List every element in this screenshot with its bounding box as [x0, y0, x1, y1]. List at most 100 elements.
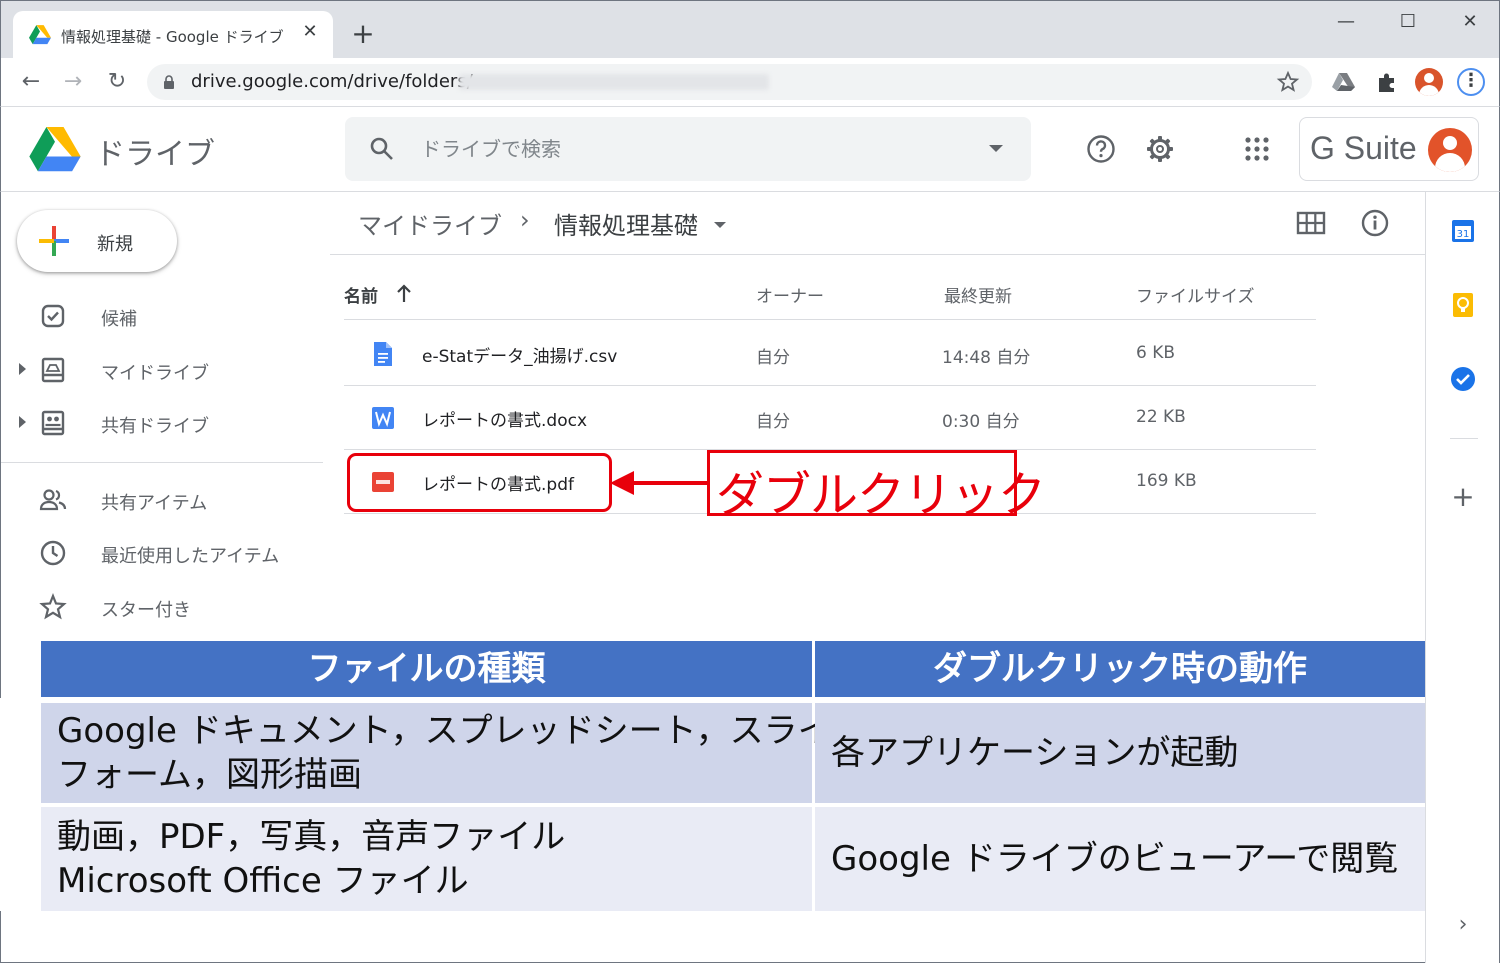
expand-caret-icon[interactable]	[19, 363, 26, 375]
settings-gear-icon[interactable]	[1144, 133, 1176, 165]
browser-toolbar: ← → ↻ drive.google.com/drive/folders/ ⋮	[0, 58, 1500, 107]
sidebar-item-label: 最近使用したアイテム	[101, 546, 280, 567]
folder-menu-chevron-down-icon[interactable]	[714, 222, 726, 228]
table-cell-line: Microsoft Office ファイル	[57, 861, 469, 901]
clock-icon	[40, 540, 66, 566]
breadcrumb-root[interactable]: マイドライブ	[358, 206, 502, 241]
new-button-label: 新規	[97, 234, 133, 255]
side-panel-divider	[1450, 438, 1478, 439]
profile-avatar-icon[interactable]	[1415, 68, 1443, 96]
side-panel: 31 + ›	[1425, 192, 1500, 963]
file-size: 169 KB	[1136, 471, 1197, 491]
file-row[interactable]: レポートの書式.docx 自分 0:30 自分 22 KB	[344, 386, 1316, 450]
svg-text:31: 31	[1457, 229, 1470, 240]
file-type-action-table: ファイルの種類 ダブルクリック時の動作 Google ドキュメント，スプレッドシ…	[41, 641, 1425, 911]
breadcrumb-separator-icon: ›	[520, 206, 530, 234]
pdf-row-highlight	[347, 453, 612, 512]
file-modified: 14:48 自分	[942, 348, 1031, 368]
file-size: 22 KB	[1136, 407, 1186, 427]
sidebar-item-recent[interactable]: 最近使用したアイテム	[1, 533, 321, 573]
browser-tab[interactable]: 情報処理基礎 - Google ドライブ ✕	[13, 11, 333, 59]
forward-icon[interactable]: →	[59, 68, 87, 96]
search-input[interactable]	[421, 133, 961, 165]
search-options-chevron-down-icon[interactable]	[989, 145, 1003, 152]
sidebar-item-suggested[interactable]: 候補	[1, 296, 321, 336]
browser-menu-icon[interactable]: ⋮	[1457, 68, 1485, 96]
sidebar-item-shared-drives[interactable]: 共有ドライブ	[1, 403, 321, 443]
drive-extension-icon[interactable]	[1329, 68, 1357, 96]
sidebar-item-label: 候補	[101, 309, 137, 330]
file-table-header: 名前 オーナー 最終更新 ファイルサイズ	[344, 280, 1316, 320]
maximize-button[interactable]: ☐	[1393, 9, 1423, 35]
breadcrumb-current-folder[interactable]: 情報処理基礎	[554, 206, 698, 241]
google-drive-logo-icon[interactable]	[29, 127, 81, 173]
tab-close-icon[interactable]: ✕	[299, 21, 321, 43]
bookmark-star-icon[interactable]	[1276, 70, 1300, 94]
expand-caret-icon[interactable]	[19, 416, 26, 428]
table-cell-file-type: Google ドキュメント，スプレッドシート，スライド フォーム，図形描画	[41, 703, 866, 803]
sidebar-item-my-drive[interactable]: マイドライブ	[1, 350, 321, 390]
sidebar-item-starred[interactable]: スター付き	[1, 587, 321, 627]
people-icon	[39, 489, 67, 511]
file-name: レポートの書式.docx	[422, 411, 588, 431]
table-cell-action: 各アプリケーションが起動	[815, 703, 1425, 803]
table-cell-line: フォーム，図形描画	[57, 755, 362, 795]
reload-icon[interactable]: ↻	[103, 68, 131, 96]
google-drive-favicon-icon	[29, 25, 51, 45]
file-name: e-Statデータ_油揚げ.csv	[422, 347, 618, 367]
column-header-size[interactable]: ファイルサイズ	[1136, 282, 1255, 307]
plus-icon	[39, 226, 69, 256]
column-header-name[interactable]: 名前	[344, 282, 378, 307]
tab-strip: 情報処理基礎 - Google ドライブ ✕ + — ☐ ✕	[0, 0, 1500, 59]
minimize-button[interactable]: —	[1331, 9, 1361, 35]
tab-title: 情報処理基礎 - Google ドライブ	[61, 28, 284, 46]
drive-search-bar[interactable]	[345, 117, 1031, 181]
account-avatar-icon[interactable]	[1428, 128, 1472, 172]
keep-icon[interactable]	[1450, 292, 1476, 318]
table-cell-file-type: 動画，PDF，写真，音声ファイル Microsoft Office ファイル	[41, 807, 812, 911]
file-size: 6 KB	[1136, 343, 1176, 363]
sidebar-item-label: マイドライブ	[101, 363, 209, 384]
gsuite-logo-text: G Suite	[1310, 130, 1417, 166]
table-cell-action: Google ドライブのビューアーで閲覧	[815, 807, 1425, 911]
url-text: drive.google.com/drive/folders/	[191, 71, 473, 92]
calendar-icon[interactable]: 31	[1450, 218, 1476, 244]
gsuite-account-button[interactable]: G Suite	[1299, 117, 1479, 181]
my-drive-icon	[41, 357, 65, 383]
sidebar-item-label: 共有アイテム	[101, 493, 208, 514]
new-tab-button[interactable]: +	[349, 20, 377, 48]
lock-icon	[164, 75, 174, 89]
apps-grid-icon[interactable]	[1241, 133, 1273, 165]
callout-text: ダブルクリック	[716, 467, 1046, 523]
sidebar-item-shared-with-me[interactable]: 共有アイテム	[1, 480, 321, 520]
sort-ascending-arrow-icon[interactable]	[394, 282, 414, 304]
address-bar[interactable]: drive.google.com/drive/folders/	[147, 64, 1312, 100]
sidebar-item-label: 共有ドライブ	[101, 416, 209, 437]
column-header-owner[interactable]: オーナー	[756, 282, 824, 307]
star-icon	[39, 593, 67, 620]
help-icon[interactable]	[1085, 133, 1117, 165]
info-icon[interactable]	[1360, 208, 1390, 238]
page-bottom	[0, 911, 1425, 963]
file-row[interactable]: e-Statデータ_油揚げ.csv 自分 14:48 自分 6 KB	[344, 322, 1316, 386]
drive-title: ドライブ	[95, 137, 215, 172]
back-icon[interactable]: ←	[17, 68, 45, 96]
double-click-callout: ダブルクリック	[707, 450, 1046, 523]
new-button[interactable]: 新規	[17, 210, 177, 272]
extensions-puzzle-icon[interactable]	[1373, 68, 1401, 96]
callout-arrow-icon	[610, 471, 710, 495]
add-addon-plus-icon[interactable]: +	[1450, 483, 1476, 511]
table-header-double-click-action: ダブルクリック時の動作	[815, 641, 1425, 697]
main-divider	[330, 254, 1425, 255]
url-blurred-segment	[459, 74, 769, 90]
column-header-modified[interactable]: 最終更新	[944, 282, 1012, 307]
search-icon[interactable]	[369, 136, 395, 162]
table-header-file-type: ファイルの種類	[41, 641, 812, 697]
tasks-icon[interactable]	[1450, 366, 1476, 392]
file-owner: 自分	[756, 412, 790, 432]
expand-panel-chevron-icon[interactable]: ›	[1450, 912, 1476, 938]
table-cell-line: 動画，PDF，写真，音声ファイル	[57, 817, 566, 857]
word-file-icon	[372, 407, 394, 429]
grid-view-icon[interactable]	[1296, 210, 1326, 236]
close-window-button[interactable]: ✕	[1455, 9, 1485, 35]
